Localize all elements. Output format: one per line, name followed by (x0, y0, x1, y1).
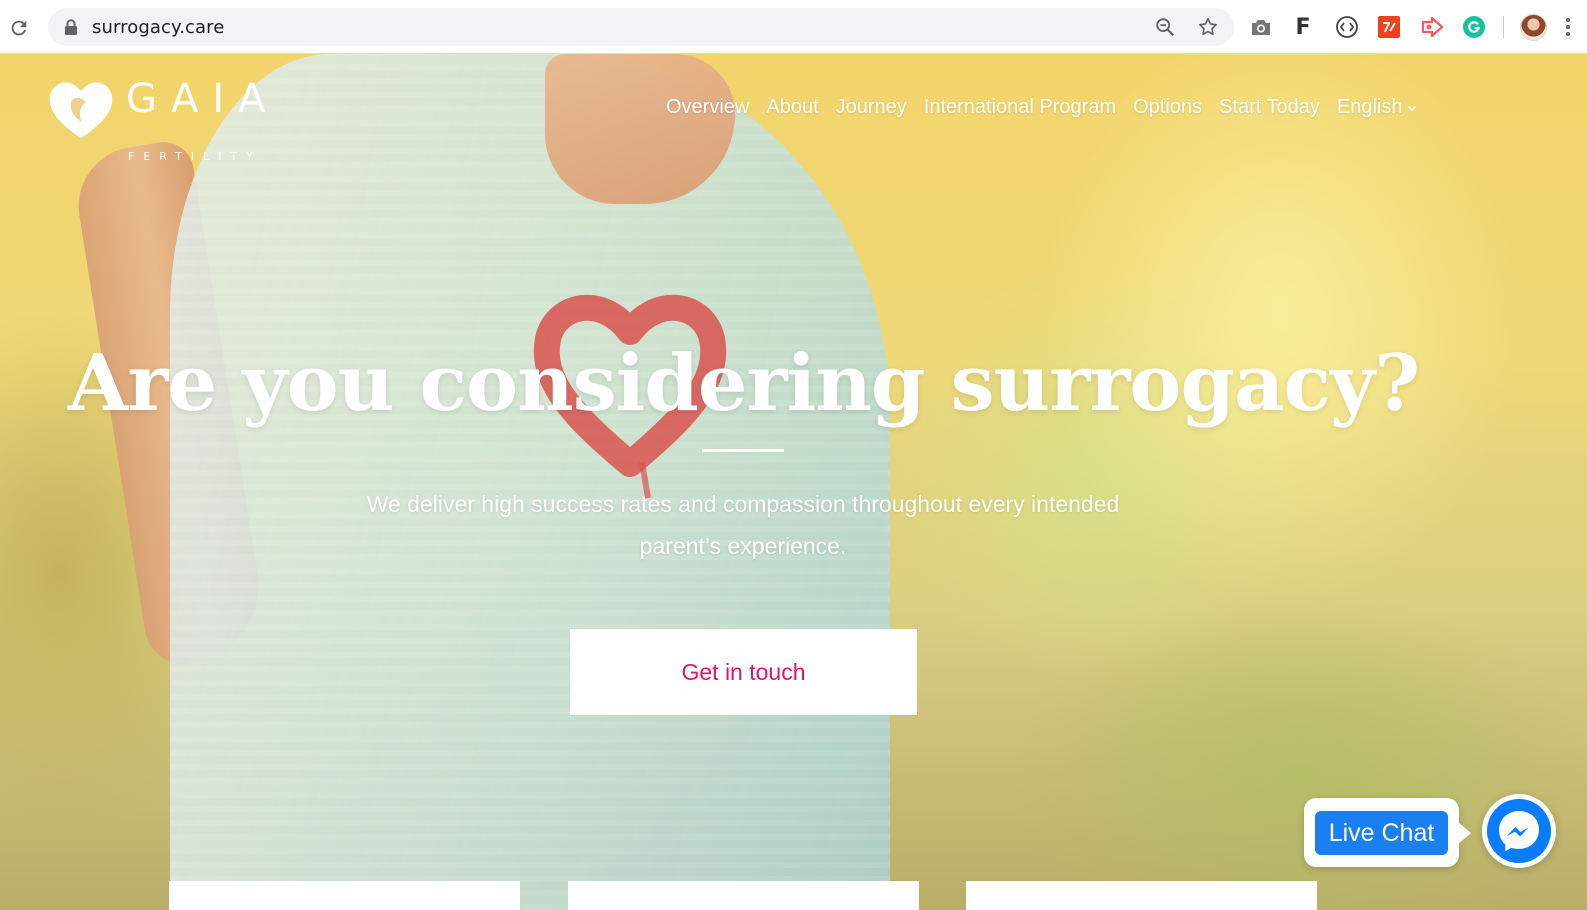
main-nav: Overview About Journey International Pro… (666, 96, 1434, 119)
messenger-chat-button[interactable] (1482, 794, 1556, 868)
bookmark-star-icon[interactable] (1197, 16, 1219, 38)
live-chat-button[interactable]: Live Chat (1304, 798, 1471, 867)
profile-avatar[interactable] (1520, 14, 1547, 41)
zoom-out-icon[interactable] (1154, 16, 1176, 38)
chevron-down-icon (1408, 105, 1417, 111)
code-extension-icon[interactable] (1335, 15, 1359, 39)
toolbar-separator (1503, 16, 1504, 38)
gaia-logo-icon (49, 82, 113, 138)
logo-tagline: FERTILITY (128, 150, 262, 163)
browser-toolbar: surrogacy.care F (0, 0, 1587, 54)
language-label: English (1336, 96, 1403, 118)
reload-icon[interactable] (6, 15, 32, 41)
nav-international-program[interactable]: International Program (924, 96, 1116, 119)
nav-about[interactable]: About (766, 96, 818, 119)
menu-icon[interactable] (1565, 18, 1571, 36)
nav-journey[interactable]: Journey (836, 96, 907, 119)
site-logo[interactable]: GAIA FERTILITY (48, 76, 280, 163)
red-extension-icon[interactable] (1377, 15, 1401, 39)
messenger-icon (1487, 799, 1551, 863)
lock-icon (65, 19, 77, 35)
nav-start-today[interactable]: Start Today (1219, 96, 1320, 119)
url-text[interactable]: surrogacy.care (92, 17, 224, 38)
get-in-touch-button[interactable]: Get in touch (570, 629, 917, 715)
grammarly-icon[interactable] (1462, 15, 1486, 39)
camera-icon[interactable] (1249, 15, 1273, 39)
feature-card-3[interactable] (966, 881, 1317, 910)
nav-options[interactable]: Options (1133, 96, 1202, 119)
logo-wordmark: GAIA (126, 76, 280, 122)
arrow-extension-icon[interactable] (1420, 15, 1444, 39)
nav-overview[interactable]: Overview (666, 96, 749, 119)
address-bar[interactable]: surrogacy.care (48, 8, 1234, 46)
f-extension-icon[interactable]: F (1291, 15, 1315, 40)
hero-subtext: We deliver high success rates and compas… (366, 491, 1120, 559)
feature-card-2[interactable] (568, 881, 919, 910)
language-selector[interactable]: English (1337, 96, 1418, 119)
feature-card-1[interactable] (169, 881, 520, 910)
hero-headline: Are you considering surrogacy? (67, 338, 1420, 429)
hero-section: GAIA FERTILITY Overview About Journey In… (0, 54, 1587, 910)
headline-divider (702, 449, 784, 452)
live-chat-label: Live Chat (1315, 811, 1448, 855)
